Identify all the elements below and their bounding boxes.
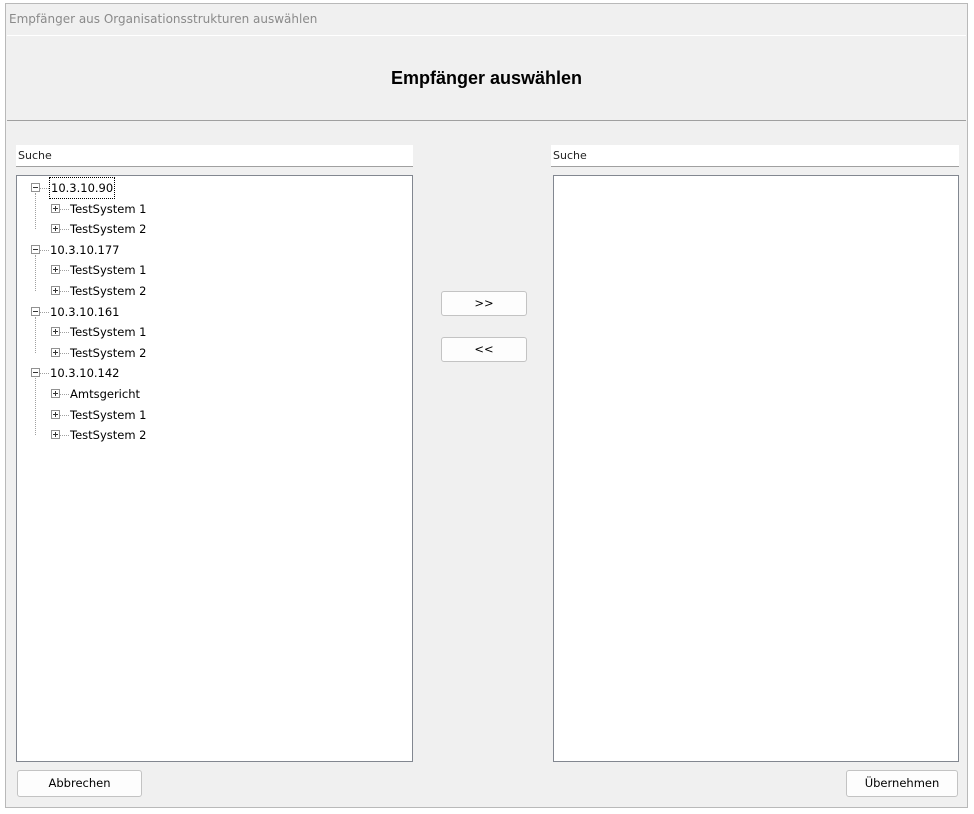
minus-box-icon[interactable] <box>31 306 40 316</box>
selected-recipients-list[interactable] <box>554 176 958 761</box>
tree-node[interactable]: 10.3.10.142 <box>17 363 397 383</box>
plus-box-icon[interactable] <box>51 347 60 357</box>
tree-node-label: TestSystem 1 <box>70 201 147 216</box>
tree-node-label: TestSystem 2 <box>70 345 147 360</box>
cancel-button[interactable]: Abbrechen <box>17 770 142 797</box>
tree-connector <box>40 311 49 313</box>
dialog-window: Empfänger aus Organisationsstrukturen au… <box>5 3 968 808</box>
tree-node[interactable]: TestSystem 2 <box>17 219 397 239</box>
header-banner: Empfänger auswählen <box>7 35 966 121</box>
plus-box-icon[interactable] <box>51 430 60 440</box>
tree-node-label: TestSystem 1 <box>70 325 147 340</box>
org-tree-panel[interactable]: 10.3.10.90 TestSystem 1 TestSystem 2 10.3.1… <box>16 175 413 762</box>
plus-box-icon[interactable] <box>51 265 60 275</box>
tree-node[interactable]: 10.3.10.90 <box>17 177 397 199</box>
tree-node-label: Amtsgericht <box>70 387 140 401</box>
tree-node-label: 10.3.10.142 <box>50 366 120 381</box>
plus-box-icon[interactable] <box>51 389 60 398</box>
add-recipient-button[interactable]: >> <box>441 291 527 316</box>
plus-box-icon[interactable] <box>51 286 60 295</box>
tree-connector <box>40 188 49 189</box>
tree-connector <box>60 352 69 354</box>
tree-node-label: TestSystem 2 <box>70 222 147 237</box>
accept-button[interactable]: Übernehmen <box>846 770 958 797</box>
tree-connector <box>60 332 69 334</box>
tree-node[interactable]: Amtsgericht <box>17 384 397 404</box>
tree-node-label: TestSystem 2 <box>70 428 147 443</box>
tree-node-label: TestSystem 2 <box>70 284 147 298</box>
selected-recipients-panel[interactable] <box>553 175 959 762</box>
plus-box-icon[interactable] <box>51 203 60 213</box>
right-search-input[interactable] <box>551 145 959 167</box>
tree-connector <box>35 316 36 353</box>
tree-connector <box>60 208 69 210</box>
remove-recipient-button[interactable]: << <box>441 337 527 362</box>
minus-box-icon[interactable] <box>31 368 40 378</box>
tree-node[interactable]: TestSystem 1 <box>17 405 397 425</box>
tree-node-label: 10.3.10.161 <box>50 304 120 319</box>
tree-node-label: TestSystem 1 <box>70 263 147 278</box>
tree-connector <box>60 414 69 416</box>
tree-connector <box>60 435 69 437</box>
tree-connector <box>35 378 36 436</box>
plus-box-icon[interactable] <box>51 409 60 419</box>
tree-connector <box>40 249 49 251</box>
tree-node[interactable]: TestSystem 1 <box>17 199 397 219</box>
minus-box-icon[interactable] <box>31 244 40 254</box>
tree-node-label: TestSystem 1 <box>70 407 147 422</box>
plus-box-icon[interactable] <box>51 327 60 337</box>
tree-node-label: 10.3.10.90 <box>48 177 116 199</box>
tree-node[interactable]: TestSystem 2 <box>17 281 397 301</box>
tree-connector <box>60 270 69 272</box>
tree-node[interactable]: TestSystem 2 <box>17 343 397 363</box>
tree-connector <box>35 193 36 230</box>
org-tree[interactable]: 10.3.10.90 TestSystem 1 TestSystem 2 10.3.1… <box>17 176 412 761</box>
tree-connector <box>40 373 49 375</box>
tree-node[interactable]: TestSystem 2 <box>17 425 397 445</box>
tree-node[interactable]: TestSystem 1 <box>17 322 397 342</box>
tree-connector <box>35 254 36 291</box>
tree-node[interactable]: 10.3.10.177 <box>17 240 397 260</box>
tree-node[interactable]: TestSystem 1 <box>17 260 397 280</box>
tree-node[interactable]: 10.3.10.161 <box>17 302 397 322</box>
minus-box-icon[interactable] <box>31 183 40 192</box>
left-search-input[interactable] <box>16 145 413 167</box>
tree-connector <box>60 229 69 231</box>
tree-connector <box>60 394 69 395</box>
page-title: Empfänger auswählen <box>390 68 583 88</box>
plus-box-icon[interactable] <box>51 224 60 234</box>
tree-node-label: 10.3.10.177 <box>50 242 120 257</box>
window-title: Empfänger aus Organisationsstrukturen au… <box>9 12 318 26</box>
tree-connector <box>60 291 69 292</box>
